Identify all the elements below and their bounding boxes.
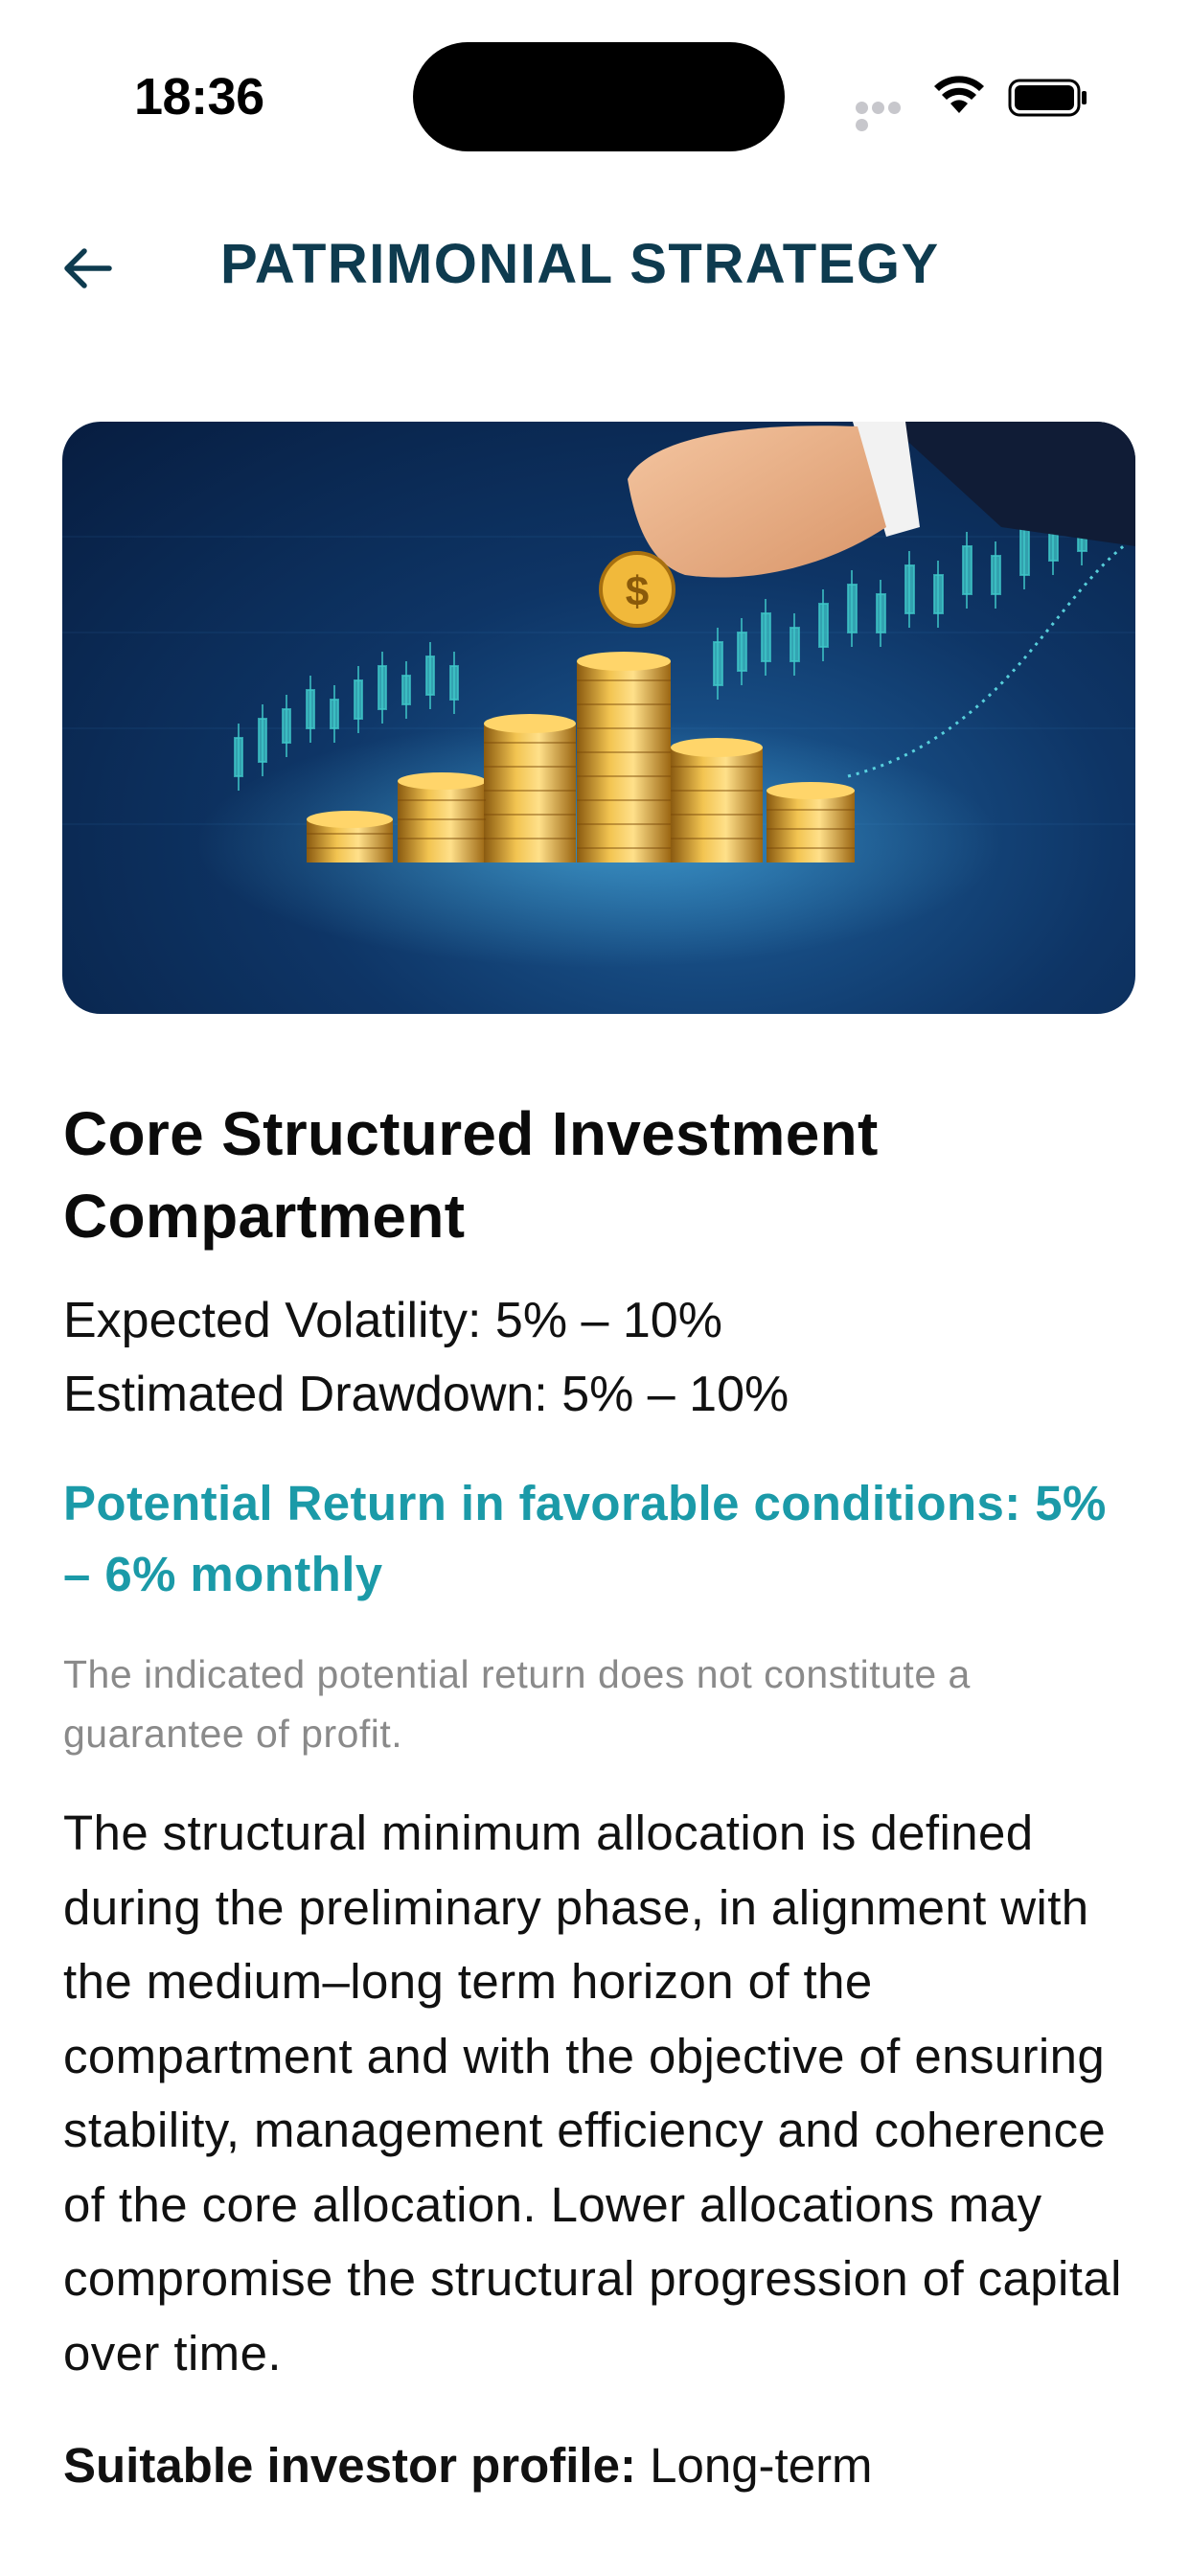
dynamic-island — [413, 42, 785, 151]
compartment-title: Core Structured Investment Compartment — [63, 1099, 879, 1251]
back-button[interactable] — [50, 230, 126, 307]
page-title: PATRIMONIAL STRATEGY — [220, 233, 940, 295]
risk-metrics: Expected Volatility: 5% – 10% Estimated … — [63, 1284, 1136, 1432]
investor-profile-label: Suitable investor profile: — [63, 2438, 636, 2493]
navigation-header: PATRIMONIAL STRATEGY — [0, 201, 1190, 335]
status-time: 18:36 — [134, 68, 264, 126]
wifi-icon — [934, 76, 984, 113]
return-disclaimer: The indicated potential return does not … — [63, 1652, 971, 1756]
hero-image: $ — [62, 422, 1135, 1014]
estimated-drawdown: Estimated Drawdown: 5% – 10% — [63, 1367, 790, 1422]
investor-profile-value: Long-term — [635, 2438, 873, 2493]
investor-profile-heading: Suitable investor profile: Long-term — [63, 2428, 1136, 2502]
arrow-left-icon — [64, 248, 112, 288]
svg-text:$: $ — [626, 568, 649, 615]
potential-return: Potential Return in favorable conditions… — [63, 1476, 1107, 1601]
cellular-signal-icon — [856, 102, 919, 131]
strategy-details: Core Structured Investment Compartment E… — [63, 1092, 1136, 2502]
status-bar: 18:36 — [0, 0, 1190, 182]
battery-icon — [1008, 79, 1087, 117]
expected-volatility: Expected Volatility: 5% – 10% — [63, 1293, 722, 1348]
allocation-description: The structural minimum allocation is def… — [63, 1806, 1122, 2380]
coin-stacks-chart-image: $ — [62, 422, 1135, 968]
screen: 18:36 PATRIMONIAL STRATEGY $ Core Struct… — [0, 0, 1190, 2576]
